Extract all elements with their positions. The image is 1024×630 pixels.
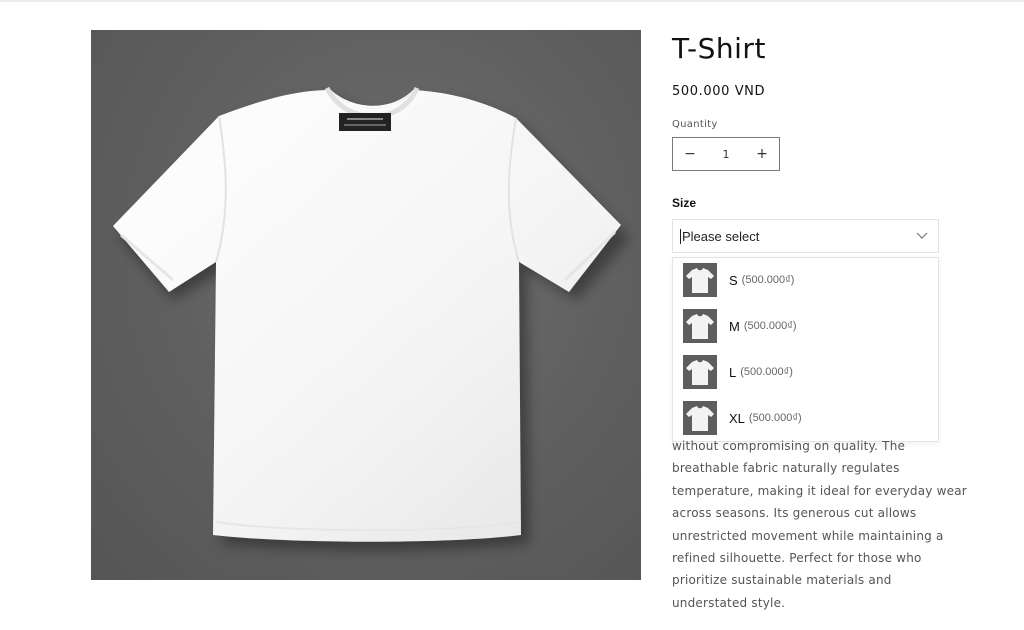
tshirt-image xyxy=(113,86,629,551)
size-option-name: M xyxy=(729,318,740,334)
quantity-input[interactable]: 1 xyxy=(707,148,745,161)
product-price: 500.000 VND xyxy=(672,84,766,99)
text-cursor xyxy=(680,228,681,244)
description-line: temperature, making it ideal for everyda… xyxy=(672,483,967,498)
tshirt-thumbnail-icon xyxy=(683,401,717,435)
tshirt-thumbnail-icon xyxy=(683,309,717,343)
size-dropdown: S (500.000₫) M (500.000₫) L (500.000₫) X… xyxy=(672,257,939,442)
size-option-l[interactable]: L (500.000₫) xyxy=(683,354,928,390)
description-line: refined silhouette. Perfect for those wh… xyxy=(672,551,922,566)
size-option-m[interactable]: M (500.000₫) xyxy=(683,308,928,344)
product-description: without compromising on quality. The bre… xyxy=(672,435,967,614)
description-line: breathable fabric naturally regulates xyxy=(672,461,900,476)
tshirt-thumbnail-icon xyxy=(683,263,717,297)
size-label: Size xyxy=(672,196,697,210)
size-option-xl[interactable]: XL (500.000₫) xyxy=(683,400,928,436)
quantity-label: Quantity xyxy=(672,119,718,130)
increase-quantity-button[interactable]: + xyxy=(745,138,779,170)
decrease-quantity-button[interactable]: − xyxy=(673,138,707,170)
size-option-price: (500.000₫) xyxy=(748,412,802,424)
header-divider xyxy=(0,0,1024,2)
description-line: across seasons. Its generous cut allows xyxy=(672,506,917,521)
size-select-value: Please select xyxy=(682,228,760,244)
size-option-s[interactable]: S (500.000₫) xyxy=(683,262,928,298)
description-line: prioritize sustainable materials and xyxy=(672,573,892,588)
size-option-price: (500.000₫) xyxy=(741,274,795,286)
size-option-name: XL xyxy=(729,410,745,426)
quantity-stepper: − 1 + xyxy=(672,137,780,171)
size-option-name: S xyxy=(729,272,738,288)
size-select[interactable]: Please select xyxy=(672,219,939,253)
size-option-price: (500.000₫) xyxy=(743,320,797,332)
product-title: T-Shirt xyxy=(672,32,766,65)
chevron-down-icon xyxy=(916,232,928,239)
tshirt-thumbnail-icon xyxy=(683,355,717,389)
description-line: unrestricted movement while maintaining … xyxy=(672,528,944,543)
size-option-price: (500.000₫) xyxy=(740,366,793,378)
size-option-name: L xyxy=(729,364,737,380)
product-image[interactable] xyxy=(91,30,641,580)
description-line: understated style. xyxy=(672,595,786,610)
description-line: without compromising on quality. The xyxy=(672,439,906,453)
